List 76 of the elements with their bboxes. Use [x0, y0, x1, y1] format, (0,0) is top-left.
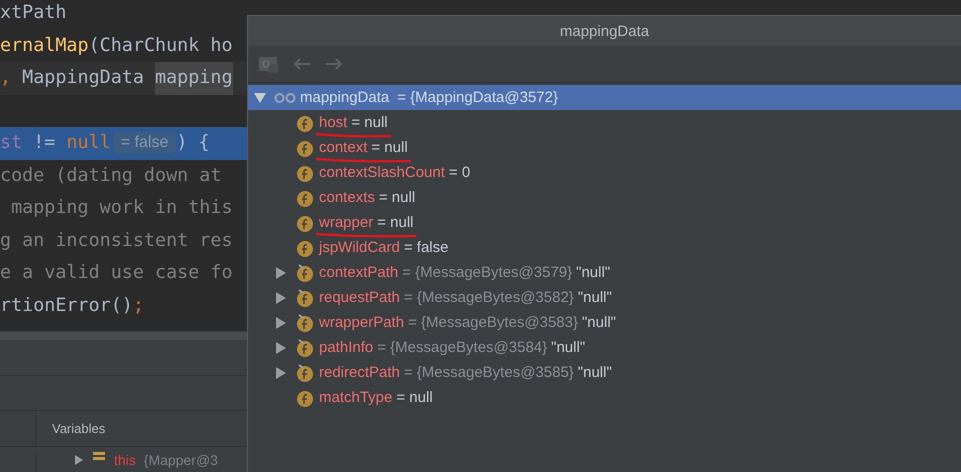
inline-value-hint: = false: [112, 132, 176, 154]
collapse-arrow-icon[interactable]: [254, 92, 266, 102]
field-name: wrapperPath: [319, 314, 404, 331]
field-value: = false: [404, 239, 448, 256]
field-value: "null": [576, 264, 610, 281]
field-value: = null: [371, 139, 408, 156]
field-value: "null": [578, 289, 612, 306]
object-reference: = {MessageBytes@3579}: [402, 264, 572, 281]
field-name: wrapper: [319, 214, 374, 231]
expand-arrow-icon[interactable]: [74, 455, 84, 465]
field-icon: [296, 364, 314, 382]
field-icon: [296, 288, 314, 306]
code-comment: e a valid use case fo: [0, 261, 233, 285]
field-icon: [296, 114, 314, 132]
tree-row[interactable]: mappingData = {MappingData@3572}: [248, 85, 961, 110]
field-value: "null": [578, 364, 612, 381]
field-name: matchType: [319, 389, 392, 406]
field-name: pathInfo: [319, 339, 374, 356]
code-comment: g an inconsistent res: [0, 228, 233, 252]
field-value: = null: [378, 189, 416, 206]
usage-highlight: mapping: [155, 62, 233, 94]
field-name: context: [319, 139, 368, 156]
field-value: = 0: [448, 164, 470, 181]
code-text: rtionError(): [0, 294, 133, 318]
field-value: "null": [582, 314, 616, 331]
expand-arrow-icon[interactable]: [276, 342, 286, 354]
field-name: contextPath: [319, 264, 398, 281]
field-value: = null: [351, 114, 388, 131]
code-text: xtPath: [0, 1, 66, 25]
scrollbar-thumb[interactable]: [0, 332, 247, 340]
field-icon: [296, 238, 314, 256]
field-icon: [296, 188, 314, 206]
object-reference: = {MessageBytes@3584}: [377, 339, 548, 356]
field-name: host: [319, 114, 348, 131]
field-name: redirectPath: [319, 364, 400, 381]
panel-title: Variables: [52, 421, 106, 436]
object-icon: [92, 452, 106, 462]
field-icon: [296, 388, 314, 406]
expand-arrow-icon[interactable]: [276, 366, 286, 378]
variable-name: mappingData: [300, 89, 390, 106]
folder-icon[interactable]: [258, 54, 280, 74]
keyword: ,: [0, 66, 12, 90]
field-value: = null: [396, 389, 433, 406]
expand-arrow-icon[interactable]: [276, 316, 286, 328]
field-name: contextSlashCount: [319, 164, 445, 181]
code-comment: code (dating down at: [0, 164, 222, 188]
field-icon: [296, 214, 314, 232]
object-reference: = {MessageBytes@3583}: [408, 314, 578, 331]
glasses-icon: [274, 92, 296, 102]
code-text: !=: [32, 131, 56, 155]
field-value: "null": [551, 339, 586, 356]
expand-arrow-icon[interactable]: [276, 292, 286, 304]
object-reference: = {MessageBytes@3582}: [404, 289, 574, 306]
code-comment: mapping work in this: [10, 196, 233, 220]
field-icon: [296, 314, 314, 332]
keyword: ;: [132, 294, 144, 318]
field-icon: [296, 338, 314, 356]
variable-value: = {MappingData@3572}: [397, 89, 558, 106]
field-icon: [296, 164, 314, 182]
method-name: ernalMap: [0, 34, 89, 58]
field-name: contexts: [319, 189, 375, 206]
code-text: MappingData: [21, 66, 145, 90]
field-icon: [296, 264, 314, 282]
keyword: null: [66, 131, 111, 155]
expand-arrow-icon[interactable]: [276, 266, 286, 278]
field-icon: [296, 138, 314, 156]
field-name: st: [0, 131, 22, 155]
window-title: mappingData: [560, 22, 650, 40]
object-reference: = {MessageBytes@3585}: [404, 364, 574, 381]
field-name: jspWildCard: [319, 239, 400, 256]
variable-value: {Mapper@3: [144, 452, 218, 468]
field-name: requestPath: [319, 289, 400, 306]
code-text: (CharChunk ho: [88, 34, 233, 58]
field-value: = null: [377, 214, 414, 231]
code-text: ) {: [176, 131, 210, 155]
variable-name: this: [114, 452, 136, 468]
